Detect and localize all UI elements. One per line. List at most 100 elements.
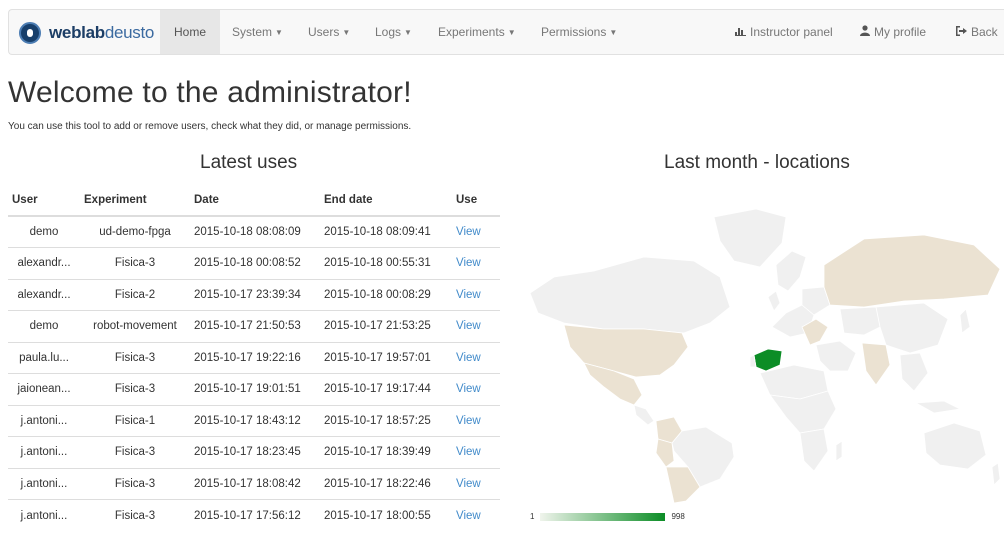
caret-down-icon: ▼ <box>609 27 618 37</box>
table-row: alexandr... Fisica-2 2015-10-17 23:39:34 20… <box>8 278 500 311</box>
table-header-row: User Experiment Date End date Use <box>8 184 500 217</box>
user-icon <box>860 25 870 39</box>
legend-max: 998 <box>671 512 685 521</box>
column-header-date: Date <box>190 184 320 217</box>
caret-down-icon: ▼ <box>275 27 283 37</box>
cell-end-date: 2015-10-18 00:08:29 <box>320 278 452 311</box>
cell-date: 2015-10-17 18:43:12 <box>190 404 320 437</box>
view-link[interactable]: View <box>456 257 481 269</box>
table-row: demo robot-movement 2015-10-17 21:50:53 201… <box>8 310 500 342</box>
cell-end-date: 2015-10-17 18:00:55 <box>320 499 452 531</box>
caret-down-icon: ▼ <box>404 27 412 37</box>
cell-user: j.antoni... <box>8 467 80 500</box>
locations-map-title: Last month - locations <box>664 152 850 173</box>
map-region-india <box>861 342 891 386</box>
map-region-peru <box>655 438 675 468</box>
column-header-experiment: Experiment <box>80 184 190 217</box>
view-link[interactable]: View <box>456 415 481 427</box>
cell-experiment: ud-demo-fpga <box>80 215 190 248</box>
nav-my-profile[interactable]: My profile <box>860 10 926 54</box>
cell-date: 2015-10-18 08:08:09 <box>190 215 320 248</box>
cell-experiment: Fisica-2 <box>80 278 190 311</box>
cell-experiment: Fisica-3 <box>80 467 190 500</box>
map-region-greenland <box>713 208 787 268</box>
view-link[interactable]: View <box>456 510 481 522</box>
cell-user: paula.lu... <box>8 341 80 374</box>
nav-logs-label: Logs <box>375 25 402 39</box>
view-link[interactable]: View <box>456 289 481 301</box>
sign-out-icon <box>956 25 967 39</box>
map-region-southeast-asia <box>899 352 929 392</box>
nav-experiments-dropdown[interactable]: Experiments ▼ <box>438 10 516 54</box>
weblab-logo-icon <box>19 22 41 44</box>
table-row: paula.lu... Fisica-3 2015-10-17 19:22:16 20… <box>8 341 500 374</box>
cell-user: alexandr... <box>8 278 80 311</box>
cell-end-date: 2015-10-17 21:53:25 <box>320 310 452 342</box>
world-map-svg <box>529 208 1001 504</box>
caret-down-icon: ▼ <box>342 27 351 37</box>
cell-use: View <box>452 310 500 342</box>
cell-end-date: 2015-10-17 18:57:25 <box>320 404 452 437</box>
map-region-madagascar <box>835 440 843 462</box>
brand-logo[interactable]: weblabdeusto <box>19 18 154 48</box>
map-region-central-america <box>633 404 655 426</box>
cell-end-date: 2015-10-18 08:09:41 <box>320 215 452 248</box>
cell-use: View <box>452 404 500 437</box>
view-link[interactable]: View <box>456 352 481 364</box>
cell-end-date: 2015-10-18 00:55:31 <box>320 247 452 279</box>
view-link[interactable]: View <box>456 320 481 332</box>
nav-system-dropdown[interactable]: System ▼ <box>232 10 283 54</box>
cell-user: j.antoni... <box>8 404 80 437</box>
cell-experiment: robot-movement <box>80 310 190 342</box>
map-region-scandinavia <box>775 250 807 292</box>
latest-uses-title: Latest uses <box>200 152 298 173</box>
nav-users-dropdown[interactable]: Users ▼ <box>308 10 350 54</box>
view-link[interactable]: View <box>456 226 481 238</box>
table-row: j.antoni... Fisica-3 2015-10-17 17:56:12 20… <box>8 499 500 531</box>
nav-permissions-label: Permissions <box>541 25 607 39</box>
cell-use: View <box>452 341 500 374</box>
cell-date: 2015-10-17 19:01:51 <box>190 373 320 405</box>
map-region-usa <box>563 324 689 378</box>
cell-date: 2015-10-17 17:56:12 <box>190 499 320 531</box>
nav-back[interactable]: Back <box>956 10 998 54</box>
table-row: j.antoni... Fisica-3 2015-10-17 18:23:45 20… <box>8 436 500 468</box>
cell-experiment: Fisica-1 <box>80 404 190 437</box>
cell-user: alexandr... <box>8 247 80 279</box>
nav-system-label: System <box>232 25 273 39</box>
nav-permissions-dropdown[interactable]: Permissions ▼ <box>541 10 617 54</box>
map-region-china <box>875 302 949 354</box>
view-link[interactable]: View <box>456 446 481 458</box>
cell-experiment: Fisica-3 <box>80 373 190 405</box>
nav-back-label: Back <box>971 25 998 39</box>
view-link[interactable]: View <box>456 478 481 490</box>
cell-user: demo <box>8 310 80 342</box>
cell-use: View <box>452 373 500 405</box>
cell-user: demo <box>8 215 80 248</box>
intro-text: You can use this tool to add or remove u… <box>8 121 412 132</box>
cell-end-date: 2015-10-17 19:57:01 <box>320 341 452 374</box>
nav-instructor-panel[interactable]: Instructor panel <box>735 10 833 54</box>
latest-uses-table: User Experiment Date End date Use demo ud… <box>8 184 500 531</box>
world-map[interactable] <box>524 195 1004 505</box>
cell-experiment: Fisica-3 <box>80 341 190 374</box>
cell-date: 2015-10-17 21:50:53 <box>190 310 320 342</box>
map-region-middle-east <box>815 340 857 372</box>
nav-logs-dropdown[interactable]: Logs ▼ <box>375 10 412 54</box>
table-row: demo ud-demo-fpga 2015-10-18 08:08:09 2015-… <box>8 215 500 248</box>
map-region-canada <box>529 256 731 334</box>
brand-text: weblabdeusto <box>49 23 155 42</box>
cell-experiment: Fisica-3 <box>80 499 190 531</box>
map-region-indonesia <box>914 400 962 414</box>
legend-gradient-bar <box>540 512 666 521</box>
caret-down-icon: ▼ <box>507 27 516 37</box>
nav-home[interactable]: Home <box>160 10 221 54</box>
cell-date: 2015-10-17 23:39:34 <box>190 278 320 311</box>
view-link[interactable]: View <box>456 383 481 395</box>
bar-chart-icon <box>735 25 746 39</box>
nav-home-label: Home <box>174 25 207 39</box>
cell-use: View <box>452 247 500 279</box>
cell-user: j.antoni... <box>8 436 80 468</box>
table-row: alexandr... Fisica-3 2015-10-18 00:08:52 20… <box>8 247 500 279</box>
map-legend: 1 998 <box>530 512 685 521</box>
